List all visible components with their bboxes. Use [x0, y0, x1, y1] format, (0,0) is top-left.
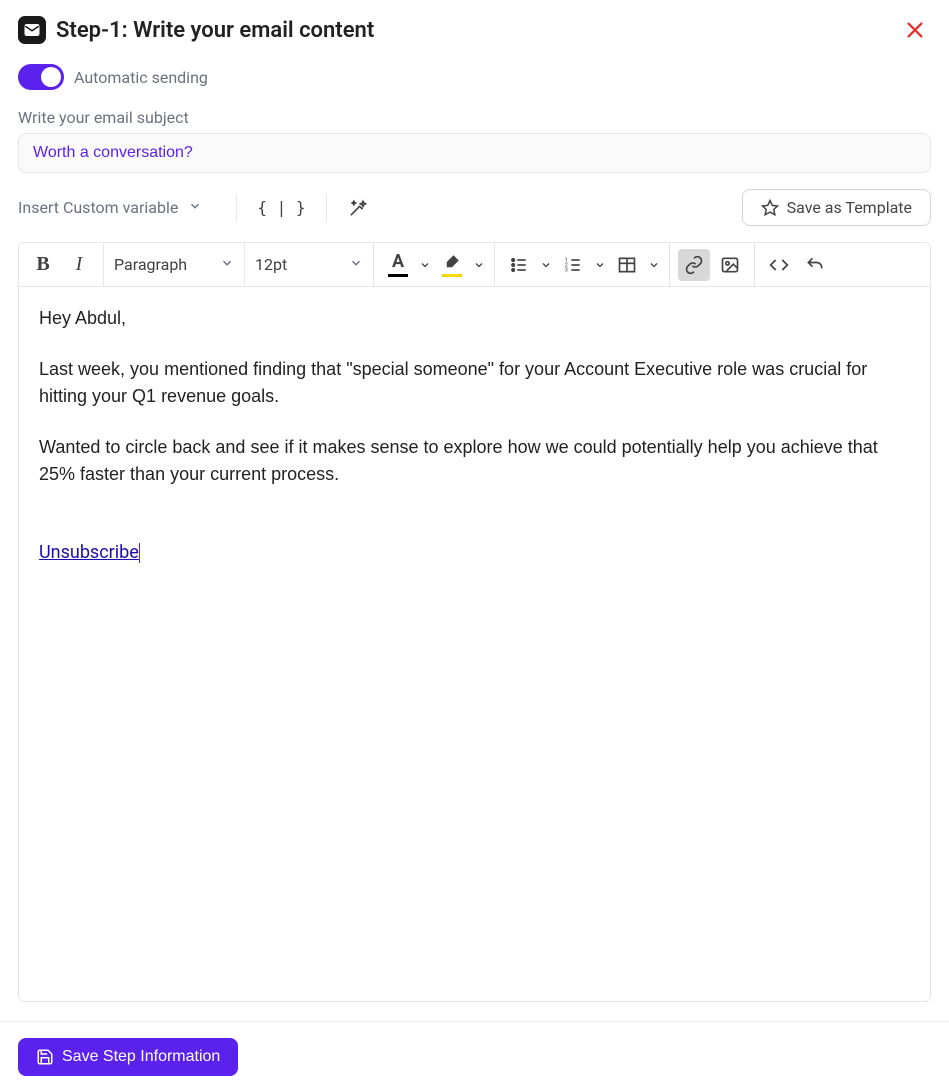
auto-sending-row: Automatic sending — [0, 54, 949, 108]
magic-write-button[interactable] — [341, 191, 375, 225]
table-button[interactable] — [611, 249, 643, 281]
highlight-color-dropdown[interactable] — [470, 249, 488, 281]
save-as-template-button[interactable]: Save as Template — [742, 189, 931, 226]
subject-block: Write your email subject — [0, 108, 949, 173]
bold-button[interactable]: B — [27, 249, 59, 281]
save-step-label: Save Step Information — [62, 1048, 220, 1066]
body-greeting: Hey Abdul, — [39, 305, 910, 332]
save-template-label: Save as Template — [787, 198, 912, 217]
numbered-list-button[interactable]: 123 — [557, 249, 589, 281]
save-step-button[interactable]: Save Step Information — [18, 1038, 238, 1076]
text-color-swatch — [388, 274, 408, 277]
insert-link-button[interactable] — [678, 249, 710, 281]
chevron-down-icon — [349, 255, 363, 274]
text-color-dropdown[interactable] — [416, 249, 434, 281]
insert-custom-variable-dropdown[interactable]: Insert Custom variable — [18, 198, 222, 217]
font-size-value: 12pt — [255, 255, 287, 274]
undo-button[interactable] — [799, 249, 831, 281]
chevron-down-icon — [220, 255, 234, 274]
table-dropdown[interactable] — [645, 249, 663, 281]
bullet-list-button[interactable] — [503, 249, 535, 281]
paragraph-style-select[interactable]: Paragraph — [104, 243, 244, 286]
mail-icon — [18, 16, 46, 44]
code-view-button[interactable] — [763, 249, 795, 281]
body-paragraph-2: Wanted to circle back and see if it make… — [39, 434, 910, 488]
editor-toolbar: B I Paragraph 12pt A 123 — [18, 242, 931, 286]
auto-sending-toggle[interactable] — [18, 64, 64, 90]
subject-input[interactable] — [18, 133, 931, 173]
secondary-row: Insert Custom variable { | } Save as Tem… — [0, 173, 949, 236]
modal-title: Step-1: Write your email content — [56, 18, 374, 43]
insert-image-button[interactable] — [714, 249, 746, 281]
auto-sending-label: Automatic sending — [74, 68, 208, 87]
toggle-knob — [41, 67, 61, 87]
modal-footer: Save Step Information — [0, 1021, 949, 1092]
email-body-editor[interactable]: Hey Abdul, Last week, you mentioned find… — [19, 287, 930, 584]
text-color-button[interactable]: A — [382, 249, 414, 281]
svg-text:3: 3 — [565, 267, 568, 273]
separator — [326, 194, 327, 222]
separator — [236, 194, 237, 222]
highlight-color-swatch — [442, 274, 462, 277]
paragraph-style-value: Paragraph — [114, 255, 187, 274]
editor-frame: Hey Abdul, Last week, you mentioned find… — [18, 286, 931, 1002]
italic-button[interactable]: I — [63, 249, 95, 281]
close-button[interactable] — [899, 14, 931, 46]
modal-header: Step-1: Write your email content — [0, 0, 949, 54]
font-size-select[interactable]: 12pt — [245, 243, 373, 286]
insert-merge-field-button[interactable]: { | } — [251, 198, 311, 217]
star-icon — [761, 199, 779, 217]
bullet-list-dropdown[interactable] — [537, 249, 555, 281]
body-paragraph-1: Last week, you mentioned finding that "s… — [39, 356, 910, 410]
highlight-color-button[interactable] — [436, 249, 468, 281]
text-cursor — [139, 543, 140, 563]
numbered-list-dropdown[interactable] — [591, 249, 609, 281]
subject-label: Write your email subject — [18, 108, 931, 127]
save-icon — [36, 1048, 54, 1066]
unsubscribe-link[interactable]: Unsubscribe — [39, 542, 139, 563]
chevron-down-icon — [188, 198, 202, 217]
custom-variable-label: Insert Custom variable — [18, 198, 178, 217]
